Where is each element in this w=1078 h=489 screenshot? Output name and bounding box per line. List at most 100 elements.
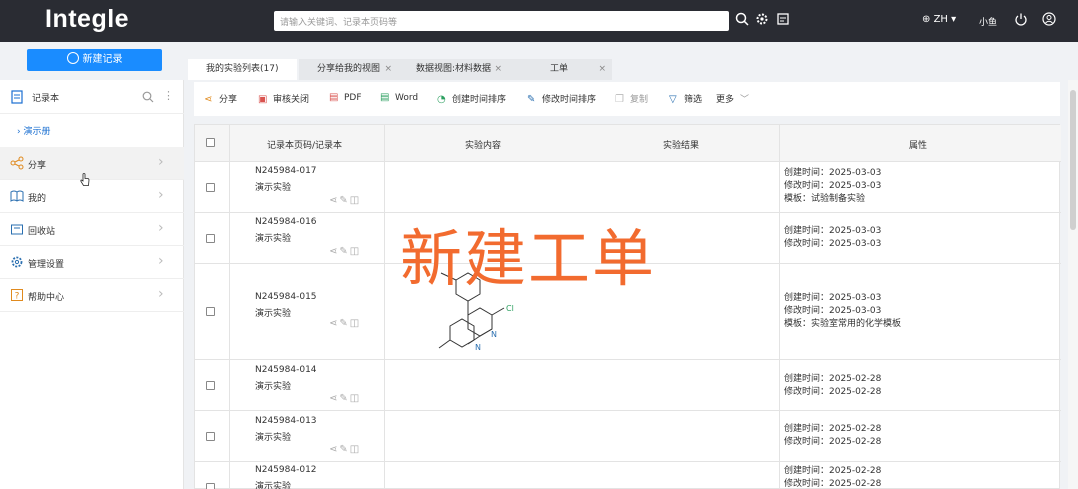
filter-button[interactable]: ▽ 筛选 — [669, 92, 702, 105]
word-label: Word — [395, 93, 419, 103]
compare-icon[interactable]: ◫ — [350, 393, 361, 404]
sidebar-item-mine[interactable]: 我的 › — [0, 180, 184, 213]
sort-created-button[interactable]: ◔ 创建时间排序 — [437, 92, 506, 105]
word-button[interactable]: ▤ Word — [380, 92, 418, 103]
svg-text:?: ? — [15, 292, 20, 302]
page-code[interactable]: N245984-013 — [255, 416, 317, 426]
pdf-button[interactable]: ▤ PDF — [329, 92, 362, 103]
share-icon[interactable]: ⋖ — [329, 444, 339, 455]
share-icon[interactable]: ⋖ — [329, 393, 339, 404]
share-button[interactable]: ⋖ 分享 — [204, 92, 237, 105]
edit-icon[interactable]: ✎ — [339, 444, 349, 455]
avatar-icon[interactable] — [1041, 12, 1057, 28]
row-checkbox[interactable] — [206, 381, 215, 390]
sidebar-item-settings[interactable]: 管理设置 › — [0, 246, 184, 279]
close-icon[interactable]: × — [494, 59, 502, 80]
row-actions[interactable]: ⋖✎◫ — [329, 393, 361, 404]
edit-icon[interactable]: ✎ — [339, 246, 349, 257]
template-name: 模板：实验室常用的化学模板 — [784, 319, 902, 329]
compare-icon[interactable]: ◫ — [350, 246, 361, 257]
sidebar-item-label: 分享 — [28, 161, 47, 171]
page-code[interactable]: N245984-015 — [255, 292, 317, 302]
row-checkbox[interactable] — [206, 234, 215, 243]
tab-shared-view[interactable]: 分享给我的视图 × — [299, 59, 398, 80]
more-button[interactable]: 更多 ﹀ — [716, 92, 749, 105]
more-vertical-icon[interactable]: ⋮ — [163, 89, 174, 102]
share-icon[interactable]: ⋖ — [329, 246, 339, 257]
review-close-button[interactable]: ▣ 审核关闭 — [258, 92, 309, 105]
sidebar-item-share[interactable]: 分享 › — [0, 147, 184, 180]
compare-icon[interactable]: ◫ — [350, 444, 361, 455]
tab-data-view[interactable]: 数据视图:材料数据 × — [398, 59, 508, 80]
header-result: 实验结果 — [663, 141, 700, 151]
page-code[interactable]: N245984-012 — [255, 465, 317, 475]
sort-modified-button[interactable]: ✎ 修改时间排序 — [527, 92, 596, 105]
tab-my-experiments[interactable]: 我的实验列表(17) — [188, 59, 297, 80]
compare-icon[interactable]: ◫ — [350, 318, 361, 329]
scrollbar-thumb[interactable] — [1070, 90, 1076, 230]
created-time: 创建时间：2025-02-28 — [784, 466, 882, 476]
notebook-sub-item[interactable]: › 演示册 — [17, 124, 51, 137]
share-icon: ⋖ — [204, 94, 213, 105]
created-time: 创建时间：2025-03-03 — [784, 226, 882, 236]
search-icon[interactable] — [142, 91, 154, 103]
table-row[interactable]: N245984-013 演示实验 ⋖✎◫ 创建时间：2025-02-28 修改时… — [195, 411, 1061, 462]
edit-icon[interactable]: ✎ — [339, 318, 349, 329]
template-name: 模板：试验制备实验 — [784, 194, 866, 204]
filter-icon: ▽ — [669, 94, 677, 105]
created-time: 创建时间：2025-03-03 — [784, 168, 882, 178]
row-actions[interactable]: ⋖✎◫ — [329, 318, 361, 329]
sidebar-item-help[interactable]: ? 帮助中心 › — [0, 279, 184, 312]
row-checkbox[interactable] — [206, 307, 215, 316]
user-name[interactable]: 小鱼 — [979, 15, 997, 28]
table-row[interactable]: N245984-017 演示实验 ⋖✎◫ 创建时间：2025-03-03 修改时… — [195, 162, 1061, 213]
search-icon[interactable] — [734, 12, 750, 28]
tab-label: 我的实验列表(17) — [206, 64, 279, 74]
sidebar-item-recycle[interactable]: 回收站 › — [0, 213, 184, 246]
filter-label: 筛选 — [684, 95, 703, 105]
notebook-icon[interactable] — [775, 12, 791, 28]
caret-down-icon: ▾ — [951, 14, 957, 25]
compare-icon[interactable]: ◫ — [350, 195, 361, 206]
share-icon[interactable]: ⋖ — [329, 195, 339, 206]
new-record-button[interactable]: 新建记录 — [27, 49, 162, 71]
notebook-name: 演示实验 — [255, 382, 292, 392]
notebook-name: 演示实验 — [255, 183, 292, 193]
row-checkbox[interactable] — [206, 483, 215, 489]
table-row[interactable]: N245984-014 演示实验 ⋖✎◫ 创建时间：2025-02-28 修改时… — [195, 360, 1061, 411]
scrollbar[interactable] — [1068, 80, 1078, 489]
chevron-right-icon: › — [158, 253, 164, 269]
page-code[interactable]: N245984-016 — [255, 217, 317, 227]
header-code: 记录本页码/记录本 — [267, 141, 343, 151]
tab-work-order[interactable]: 工单 × — [508, 59, 612, 80]
copy-button[interactable]: ❐ 复制 — [615, 92, 648, 105]
app-logo[interactable]: Integle — [45, 5, 129, 34]
tab-bar: 我的实验列表(17) 分享给我的视图 × 数据视图:材料数据 × 工单 × — [184, 54, 1064, 80]
chevron-right-icon: › — [158, 154, 164, 170]
row-actions[interactable]: ⋖✎◫ — [329, 444, 361, 455]
notebook-sub-label: 演示册 — [23, 127, 51, 137]
notebook-name: 演示实验 — [255, 234, 292, 244]
row-actions[interactable]: ⋖✎◫ — [329, 246, 361, 257]
edit-icon[interactable]: ✎ — [339, 195, 349, 206]
close-icon[interactable]: × — [598, 59, 606, 80]
created-time: 创建时间：2025-02-28 — [784, 424, 882, 434]
edit-icon[interactable]: ✎ — [339, 393, 349, 404]
row-checkbox[interactable] — [206, 432, 215, 441]
atom-label-n: N — [491, 330, 497, 339]
power-icon[interactable] — [1013, 12, 1029, 28]
row-checkbox[interactable] — [206, 183, 215, 192]
notebook-name: 演示实验 — [255, 482, 292, 489]
table-row[interactable]: N245984-012 演示实验 创建时间：2025-02-28 修改时间：20… — [195, 462, 1061, 489]
page-code[interactable]: N245984-017 — [255, 166, 317, 176]
sort-modified-label: 修改时间排序 — [542, 95, 597, 105]
language-switch[interactable]: ⊕ ZH ▾ — [922, 14, 956, 25]
search-input[interactable]: 请输入关键词、记录本页码等 — [274, 11, 729, 31]
select-all-checkbox[interactable] — [206, 138, 215, 147]
close-icon[interactable]: × — [384, 59, 392, 80]
page-code[interactable]: N245984-014 — [255, 365, 317, 375]
chevron-down-icon: ﹀ — [740, 95, 750, 105]
row-actions[interactable]: ⋖✎◫ — [329, 195, 361, 206]
share-icon[interactable]: ⋖ — [329, 318, 339, 329]
gear-icon[interactable] — [754, 12, 770, 28]
